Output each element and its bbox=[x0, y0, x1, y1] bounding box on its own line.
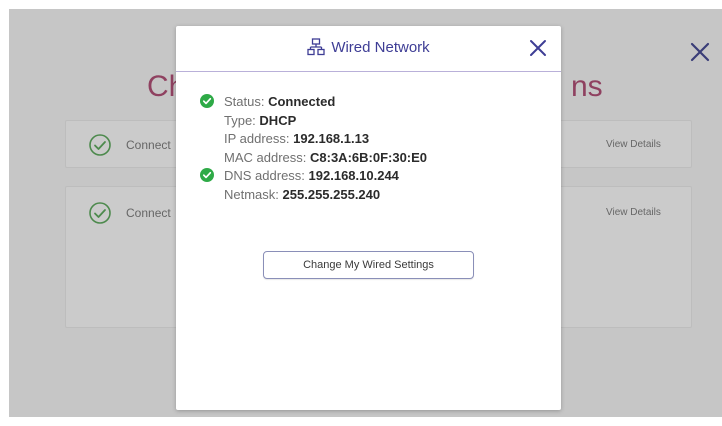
dialog-header: Wired Network bbox=[176, 26, 561, 72]
detail-label: Netmask: bbox=[224, 186, 279, 202]
dialog-title: Wired Network bbox=[331, 39, 430, 56]
detail-label: Status: bbox=[224, 94, 265, 109]
detail-label: Type: bbox=[224, 112, 256, 128]
detail-row-ip-address: IP address: 192.168.1.13 bbox=[198, 130, 538, 149]
close-icon[interactable] bbox=[687, 39, 713, 65]
detail-label: IP address: bbox=[224, 131, 290, 146]
detail-value: Connected bbox=[268, 94, 336, 109]
detail-value: 255.255.255.240 bbox=[282, 186, 381, 202]
view-details-link[interactable]: View Details bbox=[606, 207, 661, 218]
check-circle-icon bbox=[200, 168, 214, 182]
connection-card-label: Connect bbox=[126, 138, 171, 152]
detail-value: DHCP bbox=[259, 112, 297, 128]
detail-label: DNS address: bbox=[224, 168, 305, 183]
detail-row-netmask: Netmask: 255.255.255.240 bbox=[198, 186, 538, 205]
detail-row-mac-address: MAC address: C8:3A:6B:0F:30:E0 bbox=[198, 149, 538, 168]
network-details: Status: Connected Type: DHCP IP address:… bbox=[198, 93, 538, 204]
detail-value: 192.168.1.13 bbox=[293, 131, 370, 146]
detail-row-dns-address: DNS address: 192.168.10.244 bbox=[198, 167, 538, 186]
check-circle-icon bbox=[89, 134, 111, 156]
view-details-link[interactable]: View Details bbox=[606, 139, 661, 150]
background-page-title-end: ns bbox=[571, 70, 603, 103]
check-circle-icon bbox=[89, 202, 111, 224]
dialog-title-wrap: Wired Network bbox=[176, 38, 561, 58]
wired-network-icon bbox=[307, 38, 325, 56]
connection-card-label: Connect bbox=[126, 206, 171, 220]
detail-row-type: Type: DHCP bbox=[198, 112, 538, 131]
detail-value: C8:3A:6B:0F:30:E0 bbox=[310, 149, 428, 165]
detail-row-status: Status: Connected bbox=[198, 93, 538, 112]
close-icon[interactable] bbox=[528, 38, 548, 58]
change-wired-settings-button[interactable]: Change My Wired Settings bbox=[263, 251, 474, 279]
check-circle-icon bbox=[200, 94, 214, 108]
detail-label: MAC address: bbox=[224, 149, 307, 165]
wired-network-dialog: Wired Network Status: Connected Type: DH… bbox=[176, 26, 561, 410]
detail-value: 192.168.10.244 bbox=[308, 168, 399, 183]
